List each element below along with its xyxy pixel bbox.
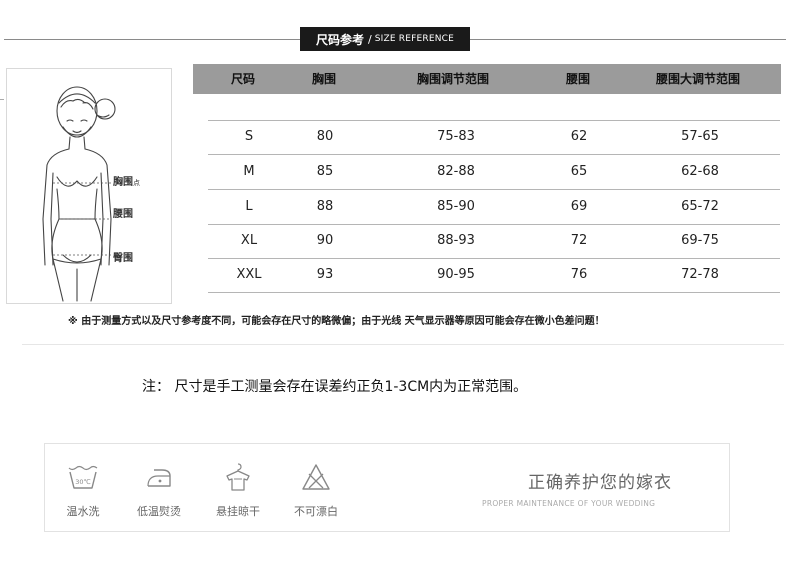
care-label-iron: 低温熨烫: [137, 505, 181, 518]
cell-bust-range: 82-88: [437, 164, 475, 179]
header-title-cn: 尺码参考: [315, 32, 364, 47]
care-item-iron: [124, 462, 194, 492]
cell-waist: 76: [570, 267, 588, 282]
col-size: 尺码: [230, 72, 255, 86]
col-bust-range: 胸围调节范围: [416, 72, 489, 86]
cell-bust: 90: [316, 233, 334, 248]
cell-waist: 62: [570, 129, 588, 144]
section-divider: [22, 344, 784, 345]
cell-waist-range: 65-72: [681, 199, 719, 214]
cell-bust-range: 85-90: [437, 199, 475, 214]
edge-tick: [0, 99, 4, 100]
col-bust: 胸围: [311, 72, 336, 86]
cell-size: S: [244, 129, 254, 144]
cell-bust-range: 88-93: [437, 233, 475, 248]
cell-bust: 88: [316, 199, 334, 214]
measurement-disclaimer: ※ 由于测量方式以及尺寸参考度不同，可能会存在尺寸的略微偏；由于光线 天气显示器…: [68, 316, 605, 327]
cell-waist-range: 69-75: [681, 233, 719, 248]
care-item-bleach: [281, 462, 351, 492]
hang-dry-icon: [226, 463, 250, 491]
cell-size: M: [243, 164, 255, 179]
cell-bust: 85: [316, 164, 334, 179]
cell-bust: 93: [316, 267, 334, 282]
care-label-hang: 悬挂晾干: [216, 505, 260, 518]
care-label-bleach: 不可漂白: [294, 505, 338, 518]
body-figure: 胸围点 腰围 臀围: [6, 68, 172, 304]
care-title: 正确养护您的嫁衣: [528, 473, 672, 493]
wash-temperature: 30℃: [75, 478, 91, 486]
care-item-wash: 30℃: [48, 462, 118, 492]
cell-waist: 69: [570, 199, 588, 214]
cell-waist: 72: [570, 233, 588, 248]
header-line-right: [470, 39, 786, 40]
header-title-en: SIZE REFERENCE: [374, 34, 455, 44]
wash-30-icon: 30℃: [68, 465, 98, 489]
cell-size: XXL: [236, 267, 262, 282]
no-bleach-icon: [302, 464, 330, 490]
hip-label: 臀围: [113, 253, 133, 264]
cell-bust: 80: [316, 129, 334, 144]
low-iron-icon: [147, 469, 171, 487]
header-line-left: [4, 39, 300, 40]
cell-size: L: [245, 199, 253, 214]
cell-waist: 65: [570, 164, 588, 179]
cell-waist-range: 72-78: [681, 267, 719, 282]
cell-bust-range: 75-83: [437, 129, 475, 144]
header-separator: /: [367, 32, 372, 46]
cell-waist-range: 62-68: [681, 164, 719, 179]
row-divider: [208, 292, 780, 293]
col-waist-range: 腰围大调节范围: [655, 72, 740, 86]
size-table-header: 尺码 胸围 胸围调节范围 腰围 腰围大调节范围: [193, 64, 781, 94]
bust-label: 胸围点: [113, 177, 140, 188]
cell-waist-range: 57-65: [681, 129, 719, 144]
care-subtitle: PROPER MAINTENANCE OF YOUR WEDDING: [482, 499, 656, 508]
cell-bust-range: 90-95: [437, 267, 475, 282]
body-outline-illustration: [42, 86, 116, 302]
col-waist: 腰围: [565, 72, 590, 86]
cell-size: XL: [240, 233, 258, 248]
care-label-wash: 温水洗: [66, 505, 100, 518]
tolerance-note: 注： 尺寸是手工测量会存在误差约正负1-3CM内为正常范围。: [142, 379, 528, 395]
waist-label: 腰围: [113, 209, 133, 220]
section-header: 尺码参考 / SIZE REFERENCE: [300, 27, 470, 51]
care-item-hang: [203, 462, 273, 492]
